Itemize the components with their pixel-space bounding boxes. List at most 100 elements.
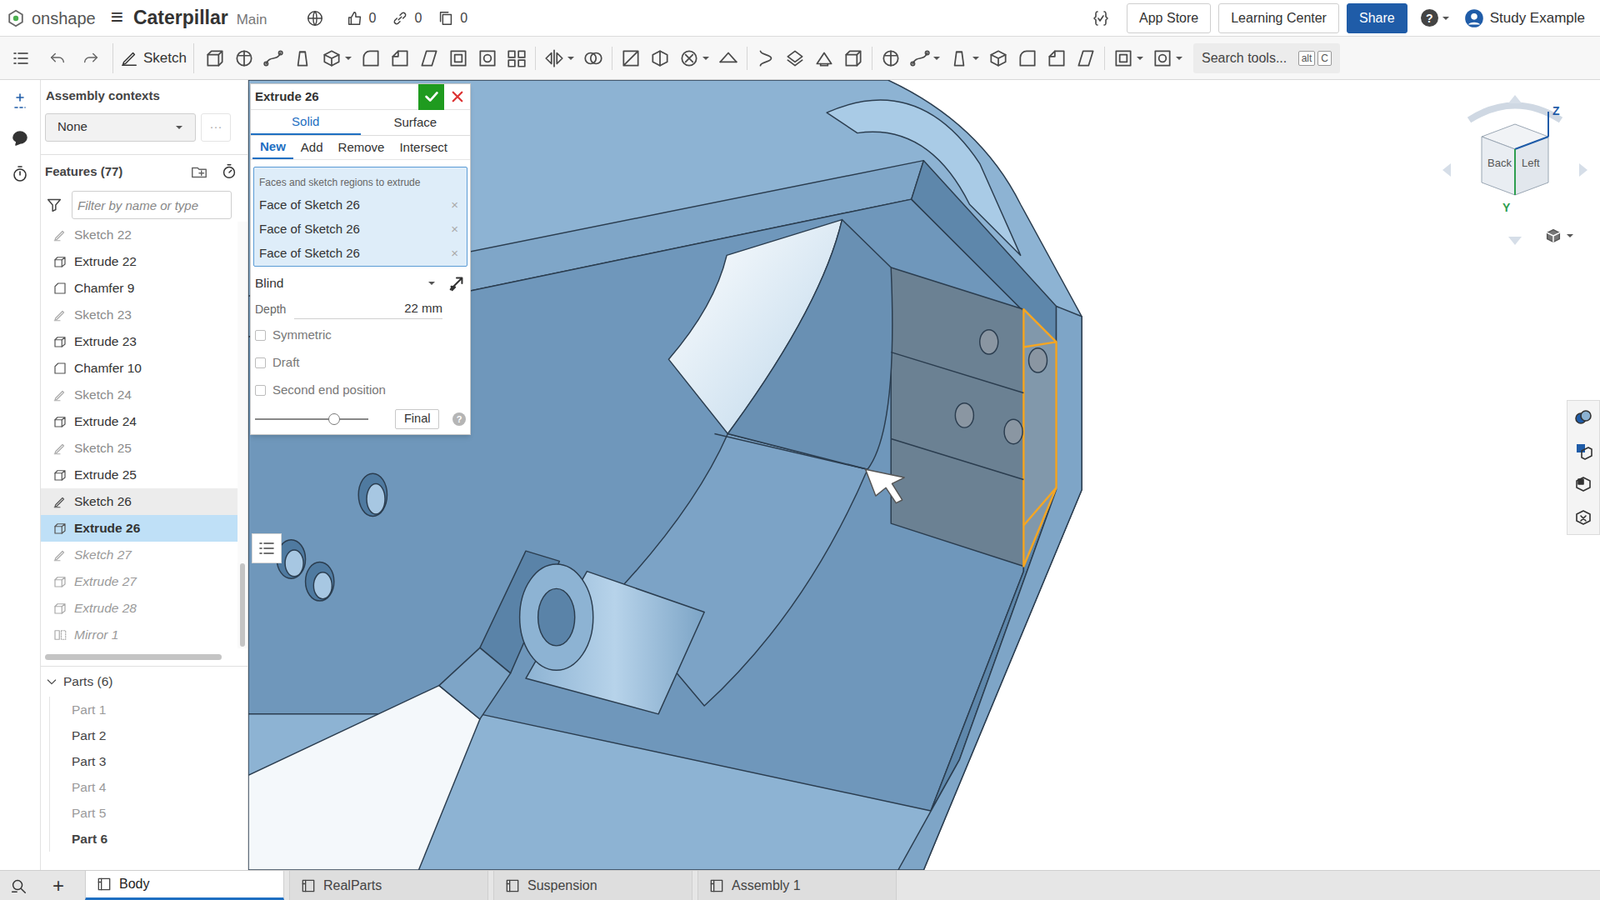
tool-button[interactable] [751,41,780,75]
part-name[interactable]: Part 3 [71,754,106,769]
option-label[interactable]: Draft [272,353,300,373]
horizontal-scrollbar[interactable] [45,654,222,660]
final-label[interactable]: Final [404,410,430,429]
remove-selection-button[interactable]: × [450,195,459,215]
tool-button[interactable] [945,41,984,75]
tab-label[interactable]: Suspension [527,875,598,896]
tool-button[interactable] [230,41,259,75]
document-tab[interactable]: Assembly 1 [697,870,897,900]
tool-button[interactable] [579,41,608,75]
sketch-label[interactable]: Sketch [143,47,187,70]
cube-face-label[interactable]: Left [1521,156,1540,170]
feature-name[interactable]: Sketch 25 [74,440,132,455]
tool-button[interactable] [616,41,645,75]
slider-thumb[interactable] [328,413,340,425]
operation-label[interactable]: Intersect [399,138,448,158]
copy-counter[interactable]: 0 [436,8,468,29]
cube-face-label[interactable]: Back [1487,156,1512,170]
feature-name[interactable]: Mirror 1 [74,627,119,642]
undo-button[interactable] [40,49,75,68]
feature-name[interactable]: Chamfer 10 [74,360,142,375]
feature-row[interactable]: Extrude 26 [40,515,238,542]
rollback-timer-button[interactable] [220,162,239,181]
search-tools-input[interactable] [1201,48,1299,69]
tool-button[interactable] [984,41,1013,75]
header-button[interactable]: Share [1346,3,1408,34]
right-panel-button[interactable] [1573,500,1594,535]
operation-label[interactable]: Add [300,138,324,158]
feature-row[interactable]: Extrude 27 [40,568,238,595]
body-type-tab[interactable]: Surface [360,110,471,135]
tool-button[interactable] [288,41,317,75]
feature-name[interactable]: Extrude 26 [74,520,140,535]
part-row[interactable]: Part 6 [50,825,248,852]
assembly-context-select[interactable]: None [45,113,196,142]
logo-text[interactable]: onshape [31,5,96,31]
tab-label[interactable]: Body [119,874,150,895]
more-label[interactable]: ··· [210,117,223,137]
tool-button[interactable] [1148,41,1187,75]
part-row[interactable]: Part 1 [50,696,248,723]
tool-button[interactable] [444,41,473,75]
feature-name[interactable]: Sketch 27 [74,547,132,562]
menu-button[interactable]: ≡ [110,4,124,30]
feature-name[interactable]: Extrude 22 [74,254,137,269]
feature-row[interactable]: Sketch 25 [40,435,238,462]
feature-row[interactable]: Extrude 22 [40,248,238,275]
tab-label[interactable]: Assembly 1 [731,875,801,896]
selection-box[interactable]: Faces and sketch regions to extrudeFace … [253,166,468,267]
part-name[interactable]: Part 5 [71,805,106,820]
tool-button[interactable] [1071,41,1100,75]
feature-row[interactable]: Extrude 24 [40,408,238,435]
document-tab[interactable]: Suspension [493,870,693,900]
button-label[interactable]: Learning Center [1230,8,1327,29]
redo-button[interactable] [74,49,108,68]
tool-button[interactable] [540,41,579,75]
document-tab[interactable]: Body [85,870,285,900]
end-type-select[interactable]: Blind [255,272,441,295]
link-counter[interactable]: 0 [390,8,422,29]
tool-button[interactable] [200,41,230,75]
feature-list-toggle[interactable] [0,48,41,69]
selection-item[interactable]: Face of Sketch 26× [254,193,467,218]
feature-row[interactable]: Sketch 26 [40,488,238,515]
feature-name[interactable]: Extrude 24 [74,414,137,429]
tab-search-button[interactable] [0,870,37,900]
feature-name[interactable]: Sketch 23 [74,307,132,322]
view-cube[interactable]: BackLeftZY [1435,86,1595,254]
insert-button[interactable] [10,86,30,115]
right-panel-button[interactable] [1573,400,1594,435]
thumbs-up-counter[interactable]: 0 [345,8,377,29]
logo[interactable]: onshape [0,5,96,31]
add-folder-button[interactable] [190,162,209,181]
variables-button[interactable] [1090,8,1111,29]
feature-row[interactable]: Mirror 1 [40,621,238,649]
feature-row[interactable]: Sketch 23 [40,301,238,329]
workspace-name[interactable]: Main [236,11,268,28]
part-row[interactable]: Part 2 [50,722,248,749]
add-tab[interactable]: + [52,875,65,896]
tool-button[interactable] [714,41,743,75]
option-row[interactable]: Draft [250,349,470,377]
user-name[interactable]: Study Example [1490,7,1585,30]
header-button[interactable]: App Store [1126,3,1211,34]
feature-row[interactable]: Sketch 27 [40,541,238,569]
part-row[interactable]: Part 3 [50,748,248,775]
search-tools[interactable]: altC [1193,43,1340,74]
feature-name[interactable]: Chamfer 9 [74,280,135,295]
remove-selection-button[interactable]: × [450,244,459,264]
user-menu[interactable]: Study Example [1463,7,1585,30]
feature-row[interactable]: Extrude 25 [40,461,238,489]
operation-label[interactable]: Remove [338,138,385,158]
right-panel-button[interactable] [1573,434,1594,468]
checkbox[interactable] [255,330,266,341]
globe-button[interactable] [305,9,325,28]
help-menu[interactable]: ? [1420,9,1450,27]
expand-chevron[interactable] [45,675,59,689]
operation-tab[interactable]: Intersect [391,135,455,160]
help-button[interactable]: ? [1425,12,1434,25]
checkbox[interactable] [255,385,266,396]
feature-name[interactable]: Sketch 22 [74,227,132,242]
help-label[interactable]: ? [456,415,463,425]
depth-field[interactable]: Depth22 mm [250,296,470,322]
